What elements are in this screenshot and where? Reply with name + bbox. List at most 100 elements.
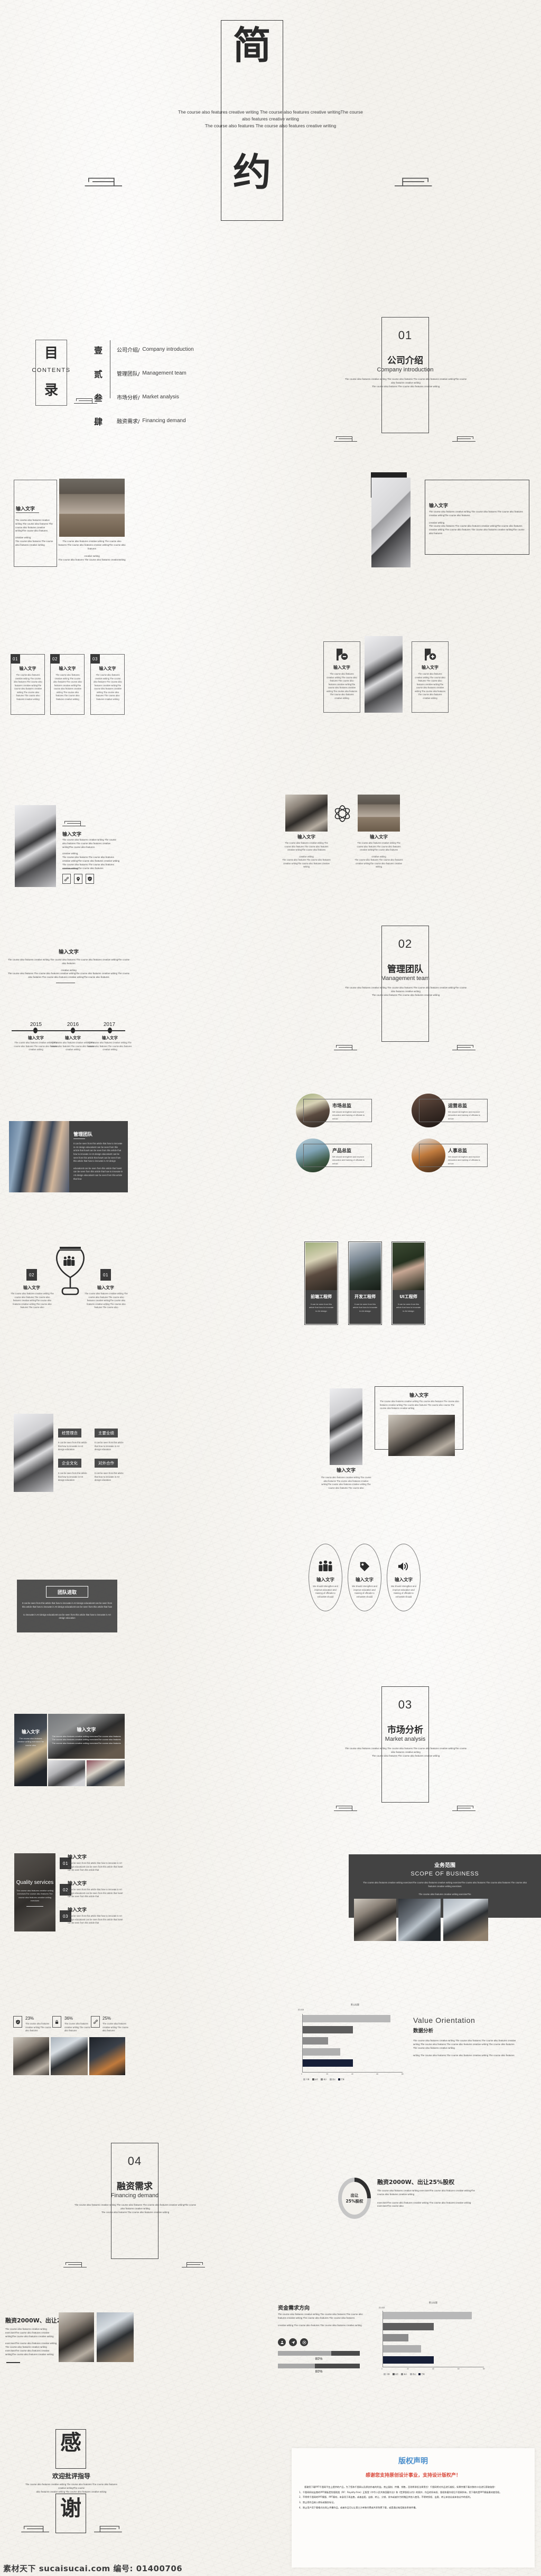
gallery-top-title: 输入文字 [77, 1728, 96, 1733]
toc-item-1[interactable]: 壹 公司介绍/ Company introduction [53, 341, 270, 358]
card-number: 02 [50, 654, 60, 664]
chart-legend-item: 芒果 [338, 2078, 344, 2080]
user-icon [278, 2338, 286, 2346]
flag-title: 输入文字 [333, 665, 350, 670]
timeline-year: 2015 [30, 1022, 42, 1028]
cloud-ornament [62, 819, 88, 827]
tag-label: 企业文化 [58, 1459, 81, 1468]
cloud-ornament-right [391, 174, 432, 188]
slide-timeline: 输入文字 The course also features creative w… [0, 926, 270, 1078]
toc-item-2[interactable]: 贰 管理团队/ Management team [53, 365, 270, 381]
toc-item-cn: 公司介绍/ [117, 348, 140, 353]
slide-photo-text: 输入文字 The course also features creative w… [270, 1382, 541, 1534]
toc-item-en: Market analysis [142, 394, 179, 400]
team-banner-title: 管理团队 [73, 1132, 93, 1137]
tag-body: It can be seen from this article that ho… [95, 1441, 124, 1451]
fund-progress-label: 80% [315, 2370, 323, 2374]
chart-x-tick: 20 [407, 2368, 409, 2370]
value-p1: The course also features creative writin… [413, 2039, 516, 2049]
timeline-point-title: 输入文字 [65, 1035, 81, 1040]
toc-item-4[interactable]: 肆 融资需求/ Financing demand [53, 413, 270, 429]
director-body: We should strengthen and improve educati… [332, 1110, 365, 1120]
toc-item-num: 叁 [94, 393, 102, 403]
photo-desk [371, 478, 411, 567]
quality-body: It can be seen from this article that ho… [68, 1862, 123, 1872]
teamwork-p1: It can be seen from this article that ho… [22, 1602, 112, 1608]
shield-icon [13, 2016, 22, 2028]
team-banner-p1: It can be seen from this article that ho… [73, 1142, 123, 1163]
copyright-subtitle: 感谢您支持原创设计事业，支持设计版权产！ [365, 2473, 461, 2478]
divider [26, 1906, 43, 1907]
chart-title: 默认标题 [351, 2003, 359, 2006]
director-title: 运营总监 [448, 1104, 468, 1109]
toc-item-3[interactable]: 叁 市场分析/ Market analysis [53, 389, 270, 405]
chart-legend-item: 橘子 [321, 2078, 327, 2080]
trophy-right-num: 01 [100, 1269, 111, 1281]
tag-label: 对外合作 [95, 1459, 118, 1468]
photo-desk [14, 1414, 53, 1492]
atom-left-p1: The course also features creative writin… [284, 842, 329, 852]
scope-photo-3 [443, 1899, 488, 1941]
cover-title-top: 简 [232, 23, 271, 68]
timeline-p3: The course also features The course also… [7, 972, 130, 979]
atom-right-p1: The course also features creative writin… [357, 842, 401, 852]
slide-cover: 简 约 The course also features creative wr… [0, 0, 541, 317]
section-body-2: also features creative writing [391, 1751, 421, 1754]
engineer-title: 前端工程师 [311, 1294, 332, 1299]
target-icon [300, 2338, 308, 2346]
pin-icon[interactable] [74, 874, 82, 884]
fund-progress-label: 80% [315, 2357, 323, 2361]
chart-bar [303, 2026, 353, 2033]
slide-scope: 业务范围 SCOPE OF BUSINESS The course also f… [270, 1838, 541, 1991]
slide-equity-circle: 出让 25%股权 融资2000W、出让25%股权 The course also… [270, 2143, 541, 2295]
section-title-cn: 管理团队 [387, 964, 423, 975]
cloud-ornament-right [180, 2260, 205, 2269]
timeline-point-title: 输入文字 [28, 1035, 44, 1040]
chart-legend-item: 西瓜 [329, 2078, 335, 2080]
link-icon[interactable] [62, 874, 71, 884]
ellipse-body: We should strengthen and improve educati… [391, 1585, 416, 1598]
engineer-title: UI工程师 [399, 1294, 417, 1299]
intro-p2: creative writing [15, 536, 31, 539]
toc-item-en: Management team [142, 370, 186, 376]
quality-body: It can be seen from this article that ho… [68, 1915, 123, 1925]
chart-x-tick: 60 [458, 2368, 460, 2370]
copyright-item-4: 4、禁止用户用下载格式在网上传播作品，或者作品可以让第三方单独付费或共享免费下载… [299, 2506, 418, 2509]
timeline-dot [33, 1028, 38, 1033]
card-number: 03 [90, 654, 100, 664]
photo-text-body-a: The course also features creative writin… [321, 1476, 371, 1489]
toc-item-cn: 市场分析/ [117, 395, 140, 401]
chart-x-axis [302, 2072, 403, 2073]
section-title-en: Management team [381, 975, 430, 982]
section-body-1: The course also features creative writin… [74, 2204, 197, 2206]
cloud-ornament-left [334, 1043, 359, 1051]
slide-four-tags: 经营理念 It can be seen from this article th… [0, 1382, 270, 1534]
cloud-ornament-right [91, 2523, 122, 2533]
chart2-title: 默认标题 [429, 2301, 437, 2304]
atom-left-p3: The course also features The course also… [282, 858, 331, 869]
quality-card-body: The course also features creative writin… [16, 1889, 53, 1902]
chart-x-tick: 0 [301, 2073, 302, 2075]
cloud-ornament-right [450, 434, 475, 443]
chart-x-ticks: 0 20 40 60 80 [301, 2073, 404, 2078]
slide-section-01: 01 公司介绍 Company introduction The course … [270, 317, 541, 469]
ellipse-body: We should strengthen and improve educati… [313, 1585, 338, 1598]
photo-tools [388, 1415, 455, 1456]
shield-icon[interactable] [86, 874, 94, 884]
photo-tools [285, 795, 328, 832]
quality-card-title: Quality services [16, 1880, 54, 1886]
slide-section-03: 03 市场分析 Market analysis The course also … [270, 1686, 541, 1838]
value-p2: writing The course also features The cou… [413, 2054, 515, 2057]
toc-item-num: 壹 [94, 345, 102, 356]
section-body-1: The course also features creative writin… [344, 1747, 467, 1750]
donut-label-2: 25%股权 [346, 2199, 363, 2204]
section-body-2: also features creative writing [391, 990, 421, 993]
chart2-legend: 平果 杏乐 橘子 西瓜 芒果 [384, 2373, 425, 2375]
section-number: 03 [398, 1698, 413, 1711]
equity-photos-p1: The course also features creative writin… [5, 2328, 54, 2338]
percent-value: 25% [102, 2016, 111, 2021]
intro-caption-2: creative writing [84, 555, 100, 558]
quality-title: 输入文字 [68, 1908, 87, 1913]
card-body: The course also features creative writin… [53, 674, 82, 701]
scope-title-cn: 业务范围 [434, 1863, 455, 1869]
